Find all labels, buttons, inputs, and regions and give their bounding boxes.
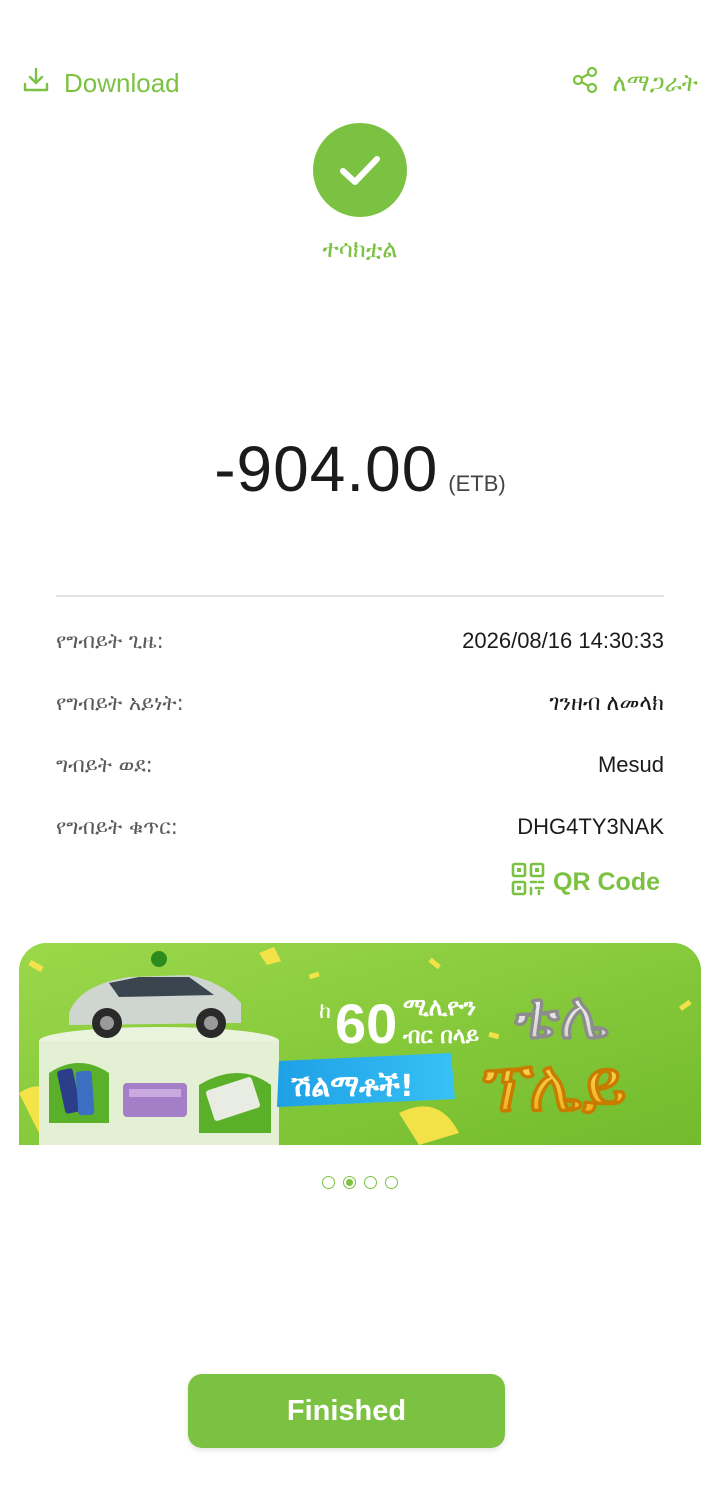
detail-row-recipient: ግብይት ወደ: Mesud (56, 734, 664, 796)
detail-label: የግብይት አይነት: (56, 690, 184, 715)
share-button[interactable]: ለማጋራት (571, 66, 698, 100)
banner-prefix: ከ (319, 999, 331, 1024)
qr-code-button[interactable]: QR Code (511, 862, 660, 903)
banner-amount: 60 (335, 992, 397, 1055)
download-icon (22, 66, 50, 101)
carousel-dot[interactable] (385, 1176, 398, 1189)
carousel-dot-active[interactable] (343, 1176, 356, 1189)
detail-value: 2026/08/16 14:30:33 (462, 628, 664, 653)
detail-label: የግብይት ጊዜ: (56, 628, 164, 653)
qr-code-label: QR Code (553, 868, 660, 896)
banner-title-bottom: ፕሌይ (482, 1044, 627, 1128)
download-button[interactable]: Download (22, 66, 180, 101)
detail-value: DHG4TY3NAK (517, 814, 664, 839)
banner-badge: ሽልማቶች! (290, 1069, 414, 1104)
amount-currency: (ETB) (448, 471, 506, 496)
carousel-dot[interactable] (322, 1176, 335, 1189)
detail-value: Mesud (597, 752, 664, 777)
finished-button[interactable]: Finished (188, 1374, 505, 1448)
status-label: ተሳክቷል (322, 235, 398, 263)
divider (56, 595, 664, 597)
download-label: Download (64, 68, 180, 98)
transaction-details: የግብይት ጊዜ: 2026/08/16 14:30:33 የግብይት አይነት… (56, 610, 664, 858)
amount-value: -904.00 (214, 433, 439, 505)
banner-line1: ሚሊዮን (403, 993, 476, 1021)
share-icon (571, 66, 599, 100)
qr-code-icon (511, 862, 545, 903)
amount-display: -904.00 (ETB) (0, 432, 720, 506)
detail-row-number: የግብይት ቁጥር: DHG4TY3NAK (56, 796, 664, 858)
promo-banner[interactable]: ከ 60 ሚሊዮን ብር በላይ ሽልማቶች! ቴሌ ፕሌይ (19, 943, 701, 1145)
top-bar: Download ለማጋራት (0, 62, 720, 106)
carousel-dot[interactable] (364, 1176, 377, 1189)
detail-label: የግብይት ቁጥር: (56, 814, 178, 839)
carousel-indicator (0, 1176, 720, 1189)
share-label: ለማጋራት (612, 69, 698, 97)
transaction-status: ተሳክቷል (0, 123, 720, 263)
detail-label: ግብይት ወደ: (56, 752, 153, 777)
detail-value: ገንዘብ ለመላክ (549, 690, 664, 715)
banner-title-top: ቴሌ (514, 977, 609, 1054)
banner-line2: ብር በላይ (402, 1024, 480, 1049)
detail-row-time: የግብይት ጊዜ: 2026/08/16 14:30:33 (56, 610, 664, 672)
detail-row-type: የግብይት አይነት: ገንዘብ ለመላክ (56, 672, 664, 734)
checkmark-icon (313, 123, 407, 217)
